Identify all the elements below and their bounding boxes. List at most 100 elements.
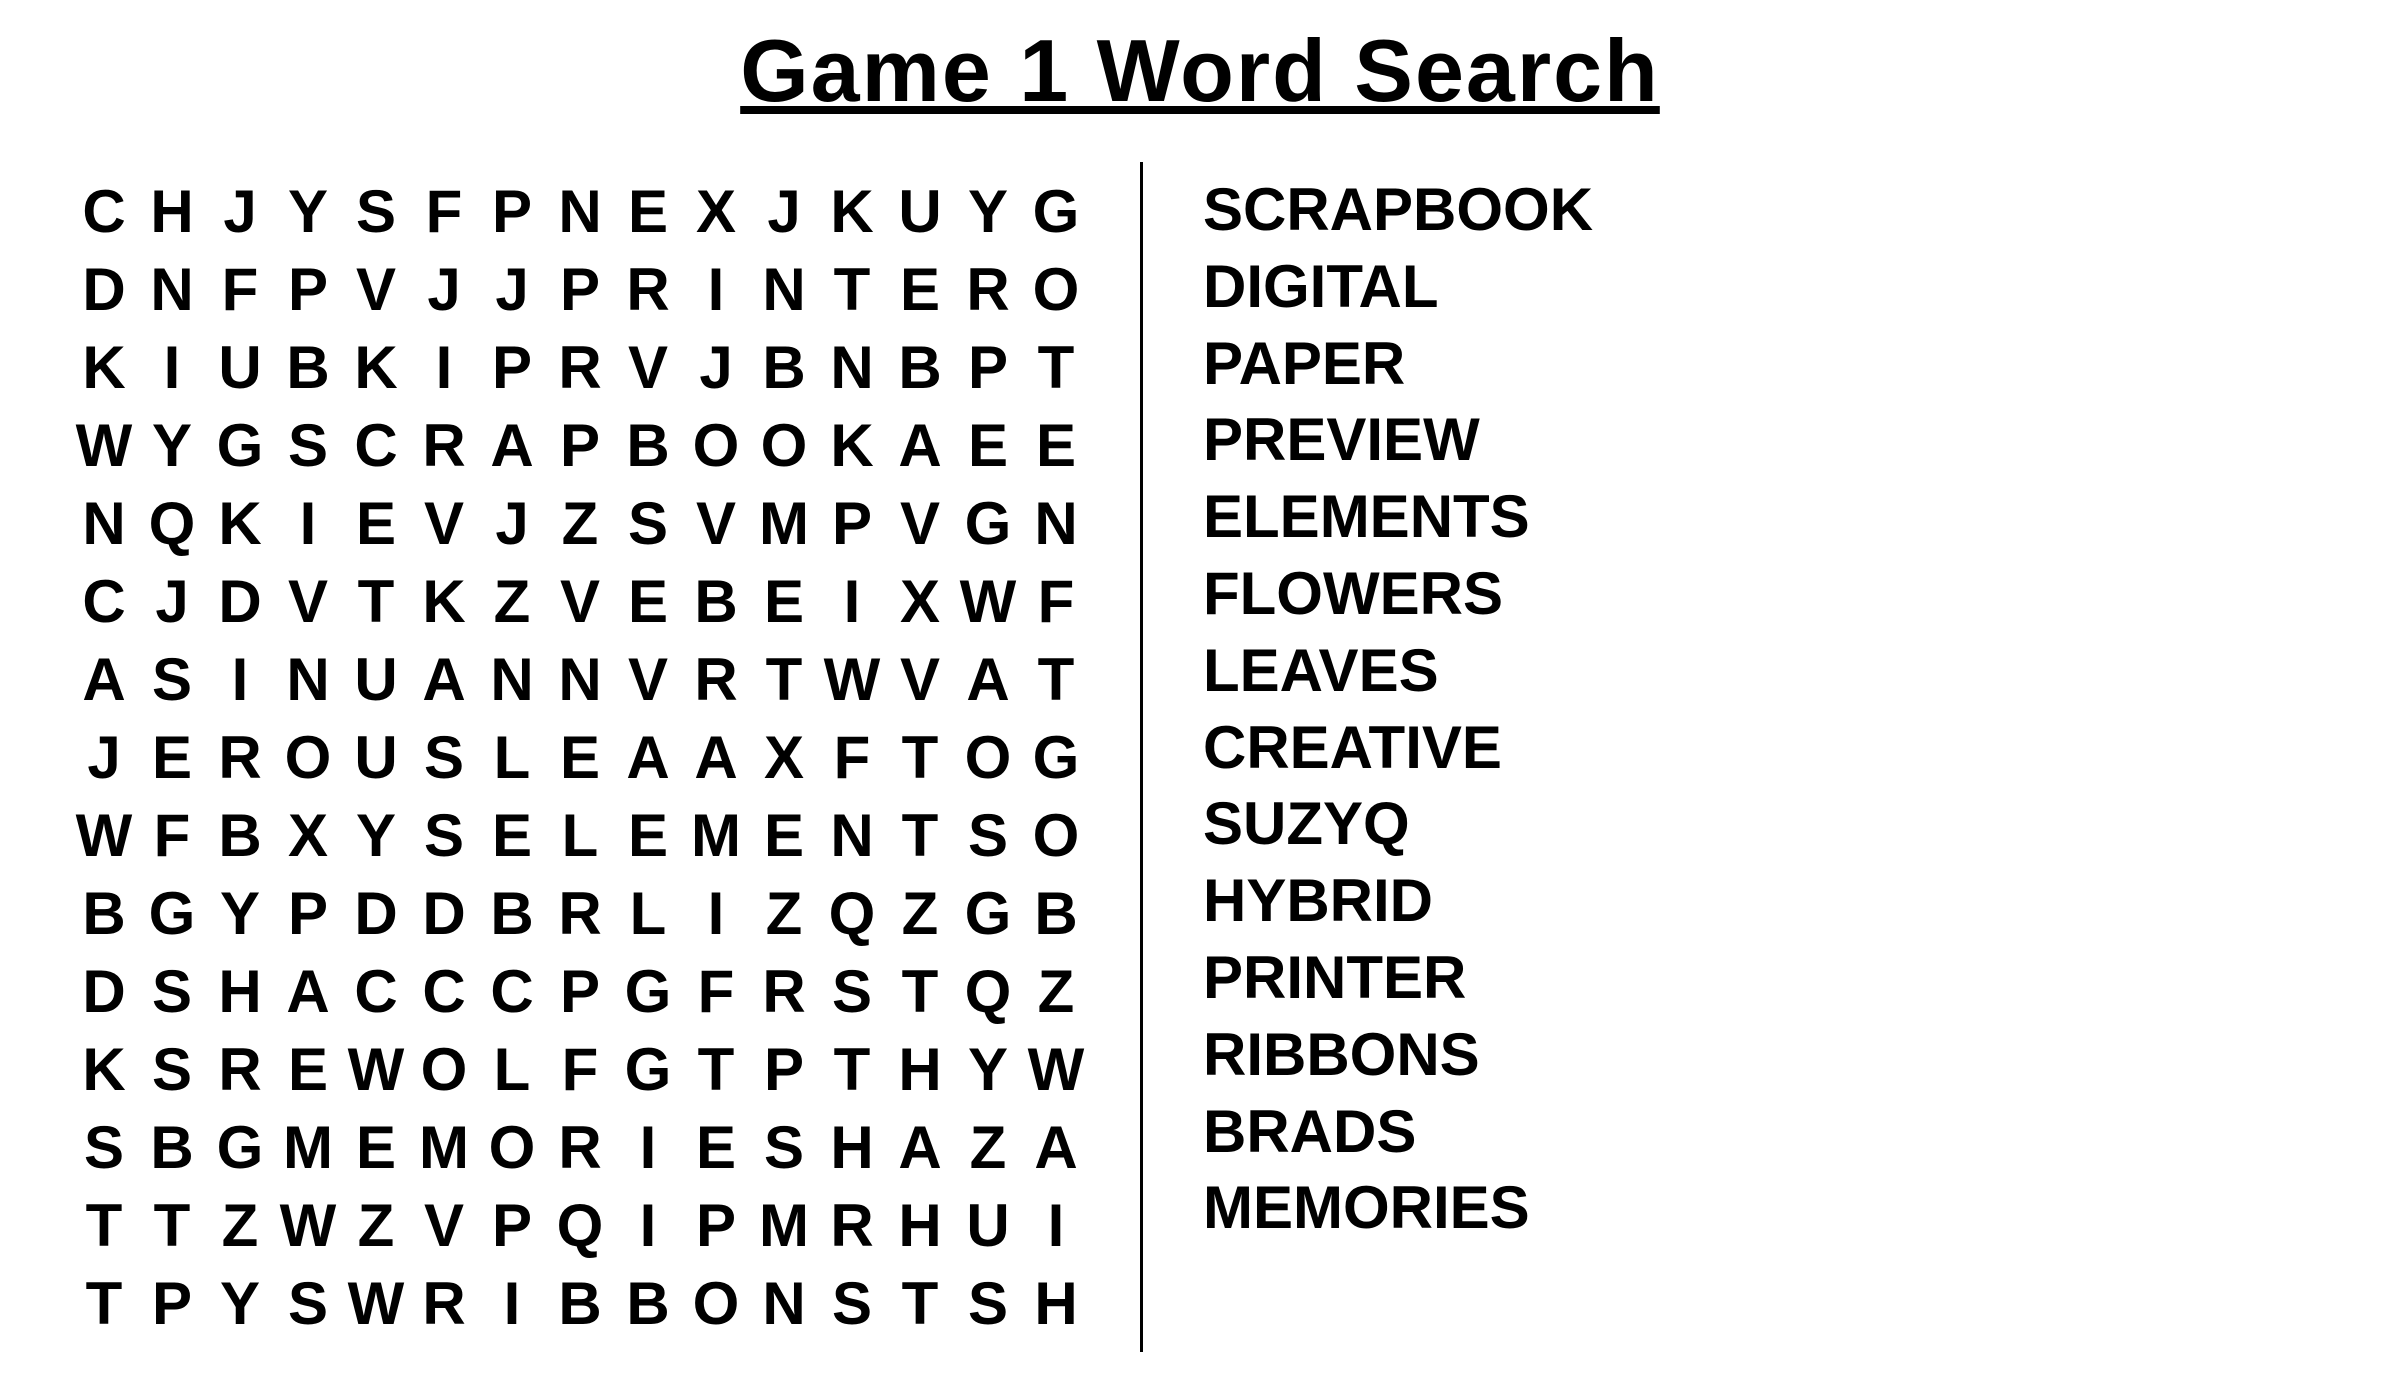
grid-cell-3-12: A [886,406,954,484]
grid-cell-8-10: E [750,796,818,874]
grid-cell-12-10: S [750,1108,818,1186]
grid-cell-3-14: E [1022,406,1090,484]
grid-cell-0-11: K [818,172,886,250]
grid-cell-1-9: I [682,250,750,328]
word-item-4: ELEMENTS [1203,479,1593,556]
grid-cell-1-7: P [546,250,614,328]
grid-cell-6-8: V [614,640,682,718]
grid-cell-3-11: K [818,406,886,484]
word-item-11: RIBBONS [1203,1017,1593,1094]
grid-cell-7-2: R [206,718,274,796]
grid-cell-12-14: A [1022,1108,1090,1186]
grid-cell-12-13: Z [954,1108,1022,1186]
grid-cell-4-9: V [682,484,750,562]
grid-cell-11-13: Y [954,1030,1022,1108]
word-item-10: PRINTER [1203,940,1593,1017]
grid-cell-4-10: M [750,484,818,562]
grid-cell-4-11: P [818,484,886,562]
grid-cell-6-3: N [274,640,342,718]
word-item-9: HYBRID [1203,863,1593,940]
grid-cell-14-8: B [614,1264,682,1342]
grid-cell-2-12: B [886,328,954,406]
grid-cell-14-2: Y [206,1264,274,1342]
grid-cell-1-5: J [410,250,478,328]
word-item-7: CREATIVE [1203,710,1593,787]
grid-cell-7-13: O [954,718,1022,796]
grid-cell-5-9: B [682,562,750,640]
grid-cell-11-10: P [750,1030,818,1108]
grid-cell-2-10: B [750,328,818,406]
grid-cell-1-13: R [954,250,1022,328]
grid-cell-0-6: P [478,172,546,250]
grid-cell-6-10: T [750,640,818,718]
grid-cell-3-9: O [682,406,750,484]
grid-cell-9-9: I [682,874,750,952]
grid-cell-4-0: N [70,484,138,562]
grid-cell-14-1: P [138,1264,206,1342]
grid-cell-3-10: O [750,406,818,484]
grid-cell-8-5: S [410,796,478,874]
grid-cell-6-9: R [682,640,750,718]
grid-cell-1-1: N [138,250,206,328]
grid-cell-11-11: T [818,1030,886,1108]
grid-cell-7-4: U [342,718,410,796]
grid-cell-10-10: R [750,952,818,1030]
grid-cell-8-3: X [274,796,342,874]
grid-cell-7-12: T [886,718,954,796]
grid-cell-6-11: W [818,640,886,718]
page-title: Game 1 Word Search [740,20,1660,122]
grid-cell-7-11: F [818,718,886,796]
grid-cell-10-3: A [274,952,342,1030]
grid-cell-11-2: R [206,1030,274,1108]
grid-cell-8-2: B [206,796,274,874]
grid-cell-1-8: R [614,250,682,328]
grid-cell-10-12: T [886,952,954,1030]
grid-cell-7-1: E [138,718,206,796]
grid-cell-4-1: Q [138,484,206,562]
grid-cell-2-14: T [1022,328,1090,406]
word-item-6: LEAVES [1203,633,1593,710]
grid-cell-7-6: L [478,718,546,796]
grid-cell-0-9: X [682,172,750,250]
grid-cell-5-10: E [750,562,818,640]
grid-cell-9-8: L [614,874,682,952]
grid-cell-0-7: N [546,172,614,250]
grid-cell-6-12: V [886,640,954,718]
grid-cell-2-11: N [818,328,886,406]
grid-cell-9-12: Z [886,874,954,952]
grid-cell-0-8: E [614,172,682,250]
grid-cell-1-12: E [886,250,954,328]
grid-cell-10-7: P [546,952,614,1030]
grid-cell-7-5: S [410,718,478,796]
grid-cell-2-3: B [274,328,342,406]
grid-cell-8-0: W [70,796,138,874]
grid-cell-14-5: R [410,1264,478,1342]
grid-cell-9-1: G [138,874,206,952]
word-item-2: PAPER [1203,326,1593,403]
grid-cell-2-1: I [138,328,206,406]
grid-cell-13-11: R [818,1186,886,1264]
grid-cell-2-13: P [954,328,1022,406]
grid-cell-4-12: V [886,484,954,562]
grid-cell-9-11: Q [818,874,886,952]
grid-cell-0-3: Y [274,172,342,250]
grid-cell-5-8: E [614,562,682,640]
grid-cell-14-3: S [274,1264,342,1342]
grid-cell-10-5: C [410,952,478,1030]
grid-cell-3-2: G [206,406,274,484]
grid-cell-11-6: L [478,1030,546,1108]
grid-cell-11-4: W [342,1030,410,1108]
grid-cell-1-4: V [342,250,410,328]
grid-cell-3-1: Y [138,406,206,484]
word-item-13: MEMORIES [1203,1170,1593,1247]
grid-cell-10-8: G [614,952,682,1030]
grid-cell-3-6: A [478,406,546,484]
grid-cell-8-12: T [886,796,954,874]
grid-cell-0-13: Y [954,172,1022,250]
grid-cell-3-7: P [546,406,614,484]
grid-cell-0-14: G [1022,172,1090,250]
grid-cell-11-12: H [886,1030,954,1108]
grid-cell-10-4: C [342,952,410,1030]
grid-cell-7-14: G [1022,718,1090,796]
grid-cell-14-12: T [886,1264,954,1342]
